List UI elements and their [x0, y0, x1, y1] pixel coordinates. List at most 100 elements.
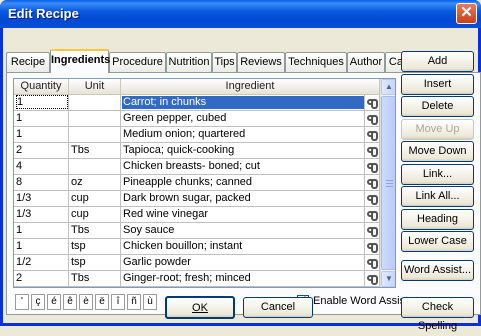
accent-char-button[interactable]: î — [111, 294, 125, 310]
quantity-cell[interactable]: 8 — [14, 175, 69, 191]
ingredient-cell[interactable]: Red wine vinegar — [121, 207, 365, 223]
unit-cell[interactable]: oz — [69, 175, 121, 191]
chain-link-icon[interactable] — [366, 147, 378, 157]
ingredient-cell[interactable]: Pineapple chunks; canned — [121, 175, 365, 191]
ingredient-cell[interactable]: Green pepper, cubed — [121, 111, 365, 127]
scroll-down-button[interactable]: ▼ — [381, 271, 395, 287]
tab-author[interactable]: Author — [347, 52, 385, 72]
ingredient-cell[interactable]: Garlic powder — [121, 255, 365, 271]
quantity-cell[interactable]: 4 — [14, 159, 69, 175]
table-row[interactable]: 1 Carrot; in chunks — [14, 95, 380, 111]
close-button[interactable]: ✕ — [456, 3, 477, 24]
move-down-button[interactable]: Move Down — [401, 141, 474, 162]
link-cell[interactable] — [365, 175, 380, 191]
quantity-cell[interactable]: 1 — [14, 127, 69, 143]
ingredient-cell[interactable]: Soy sauce — [121, 223, 365, 239]
chain-link-icon[interactable] — [366, 131, 378, 141]
delete-button[interactable]: Delete — [401, 96, 474, 117]
ingredient-cell[interactable]: Medium onion; quartered — [121, 127, 365, 143]
link-cell[interactable] — [365, 239, 380, 255]
chain-link-icon[interactable] — [366, 275, 378, 285]
unit-cell[interactable] — [69, 159, 121, 175]
link-cell[interactable] — [365, 271, 380, 287]
quantity-cell[interactable]: 1 — [14, 95, 69, 111]
table-row[interactable]: 1/3 cup Red wine vinegar — [14, 207, 380, 223]
accent-char-button[interactable]: ç — [31, 294, 45, 310]
link-cell[interactable] — [365, 111, 380, 127]
ingredients-grid[interactable]: Quantity Unit Ingredient 1 Carrot; in chu… — [13, 78, 396, 288]
quantity-cell[interactable]: 2 — [14, 143, 69, 159]
link-cell[interactable] — [365, 223, 380, 239]
column-header-unit[interactable]: Unit — [69, 79, 121, 95]
accent-char-button[interactable]: ù — [143, 294, 157, 310]
tab-techniques[interactable]: Techniques — [285, 52, 347, 72]
table-row[interactable]: 1 Tbs Soy sauce — [14, 223, 380, 239]
cancel-button[interactable]: Cancel — [243, 297, 313, 318]
link-all-button[interactable]: Link All... — [401, 186, 474, 207]
accent-char-button[interactable]: ' — [15, 294, 29, 310]
heading-button[interactable]: Heading — [401, 209, 474, 230]
accent-char-button[interactable]: è — [79, 294, 93, 310]
accent-char-button[interactable]: ë — [95, 294, 109, 310]
chain-link-icon[interactable] — [366, 227, 378, 237]
quantity-cell[interactable]: 1 — [14, 239, 69, 255]
tab-ingredients[interactable]: Ingredients — [50, 49, 110, 73]
ingredient-cell[interactable]: Ginger-root; fresh; minced — [121, 271, 365, 287]
unit-cell[interactable] — [69, 95, 121, 111]
tab-reviews[interactable]: Reviews — [237, 52, 285, 72]
table-row[interactable]: 1/3 cup Dark brown sugar, packed — [14, 191, 380, 207]
quantity-cell[interactable]: 1/3 — [14, 207, 69, 223]
check-spelling-button[interactable]: Check Spelling — [401, 297, 474, 332]
link-cell[interactable] — [365, 207, 380, 223]
quantity-cell[interactable]: 1 — [14, 111, 69, 127]
link-cell[interactable] — [365, 191, 380, 207]
word-assist-button[interactable]: Word Assist... — [401, 260, 474, 281]
tab-recipe[interactable]: Recipe — [6, 52, 50, 72]
unit-cell[interactable] — [69, 111, 121, 127]
chain-link-icon[interactable] — [366, 243, 378, 253]
table-row[interactable]: 4 Chicken breasts- boned; cut — [14, 159, 380, 175]
column-header-quantity[interactable]: Quantity — [14, 79, 69, 95]
chain-link-icon[interactable] — [366, 211, 378, 221]
chain-link-icon[interactable] — [366, 115, 378, 125]
table-row[interactable]: 1/2 tsp Garlic powder — [14, 255, 380, 271]
accent-char-button[interactable]: ñ — [127, 294, 141, 310]
unit-cell[interactable]: cup — [69, 191, 121, 207]
unit-cell[interactable] — [69, 127, 121, 143]
link-cell[interactable] — [365, 143, 380, 159]
table-row[interactable]: 1 Green pepper, cubed — [14, 111, 380, 127]
ingredient-cell[interactable]: Chicken bouillon; instant — [121, 239, 365, 255]
table-row[interactable]: 1 Medium onion; quartered — [14, 127, 380, 143]
scroll-thumb[interactable] — [381, 96, 395, 270]
unit-cell[interactable]: cup — [69, 207, 121, 223]
unit-cell[interactable]: tsp — [69, 255, 121, 271]
move-up-button[interactable]: Move Up — [401, 119, 474, 140]
unit-cell[interactable]: Tbs — [69, 271, 121, 287]
table-row[interactable]: 2 Tbs Tapioca; quick-cooking — [14, 143, 380, 159]
unit-cell[interactable]: Tbs — [69, 223, 121, 239]
title-bar[interactable]: Edit Recipe ✕ — [0, 0, 481, 28]
ingredient-cell[interactable]: Carrot; in chunks — [121, 95, 365, 111]
quantity-cell[interactable]: 1 — [14, 223, 69, 239]
table-row[interactable]: 8 oz Pineapple chunks; canned — [14, 175, 380, 191]
ingredient-cell[interactable]: Chicken breasts- boned; cut — [121, 159, 365, 175]
chain-link-icon[interactable] — [366, 163, 378, 173]
insert-button[interactable]: Insert — [401, 74, 474, 95]
column-header-ingredient[interactable]: Ingredient — [121, 79, 380, 95]
link-cell[interactable] — [365, 127, 380, 143]
add-button[interactable]: Add — [401, 51, 474, 72]
lower-case-button[interactable]: Lower Case — [401, 231, 474, 252]
link-cell[interactable] — [365, 159, 380, 175]
quantity-cell[interactable]: 1/3 — [14, 191, 69, 207]
quantity-cell[interactable]: 1/2 — [14, 255, 69, 271]
vertical-scrollbar[interactable]: ▲ ▼ — [380, 79, 395, 287]
chain-link-icon[interactable] — [366, 179, 378, 189]
scroll-up-button[interactable]: ▲ — [381, 79, 395, 95]
tab-procedure[interactable]: Procedure — [109, 52, 166, 72]
ingredient-cell[interactable]: Dark brown sugar, packed — [121, 191, 365, 207]
accent-char-button[interactable]: é — [47, 294, 61, 310]
table-row[interactable]: 2 Tbs Ginger-root; fresh; minced — [14, 271, 380, 287]
chain-link-icon[interactable] — [366, 195, 378, 205]
unit-cell[interactable]: tsp — [69, 239, 121, 255]
ok-button[interactable]: OK — [165, 296, 235, 319]
